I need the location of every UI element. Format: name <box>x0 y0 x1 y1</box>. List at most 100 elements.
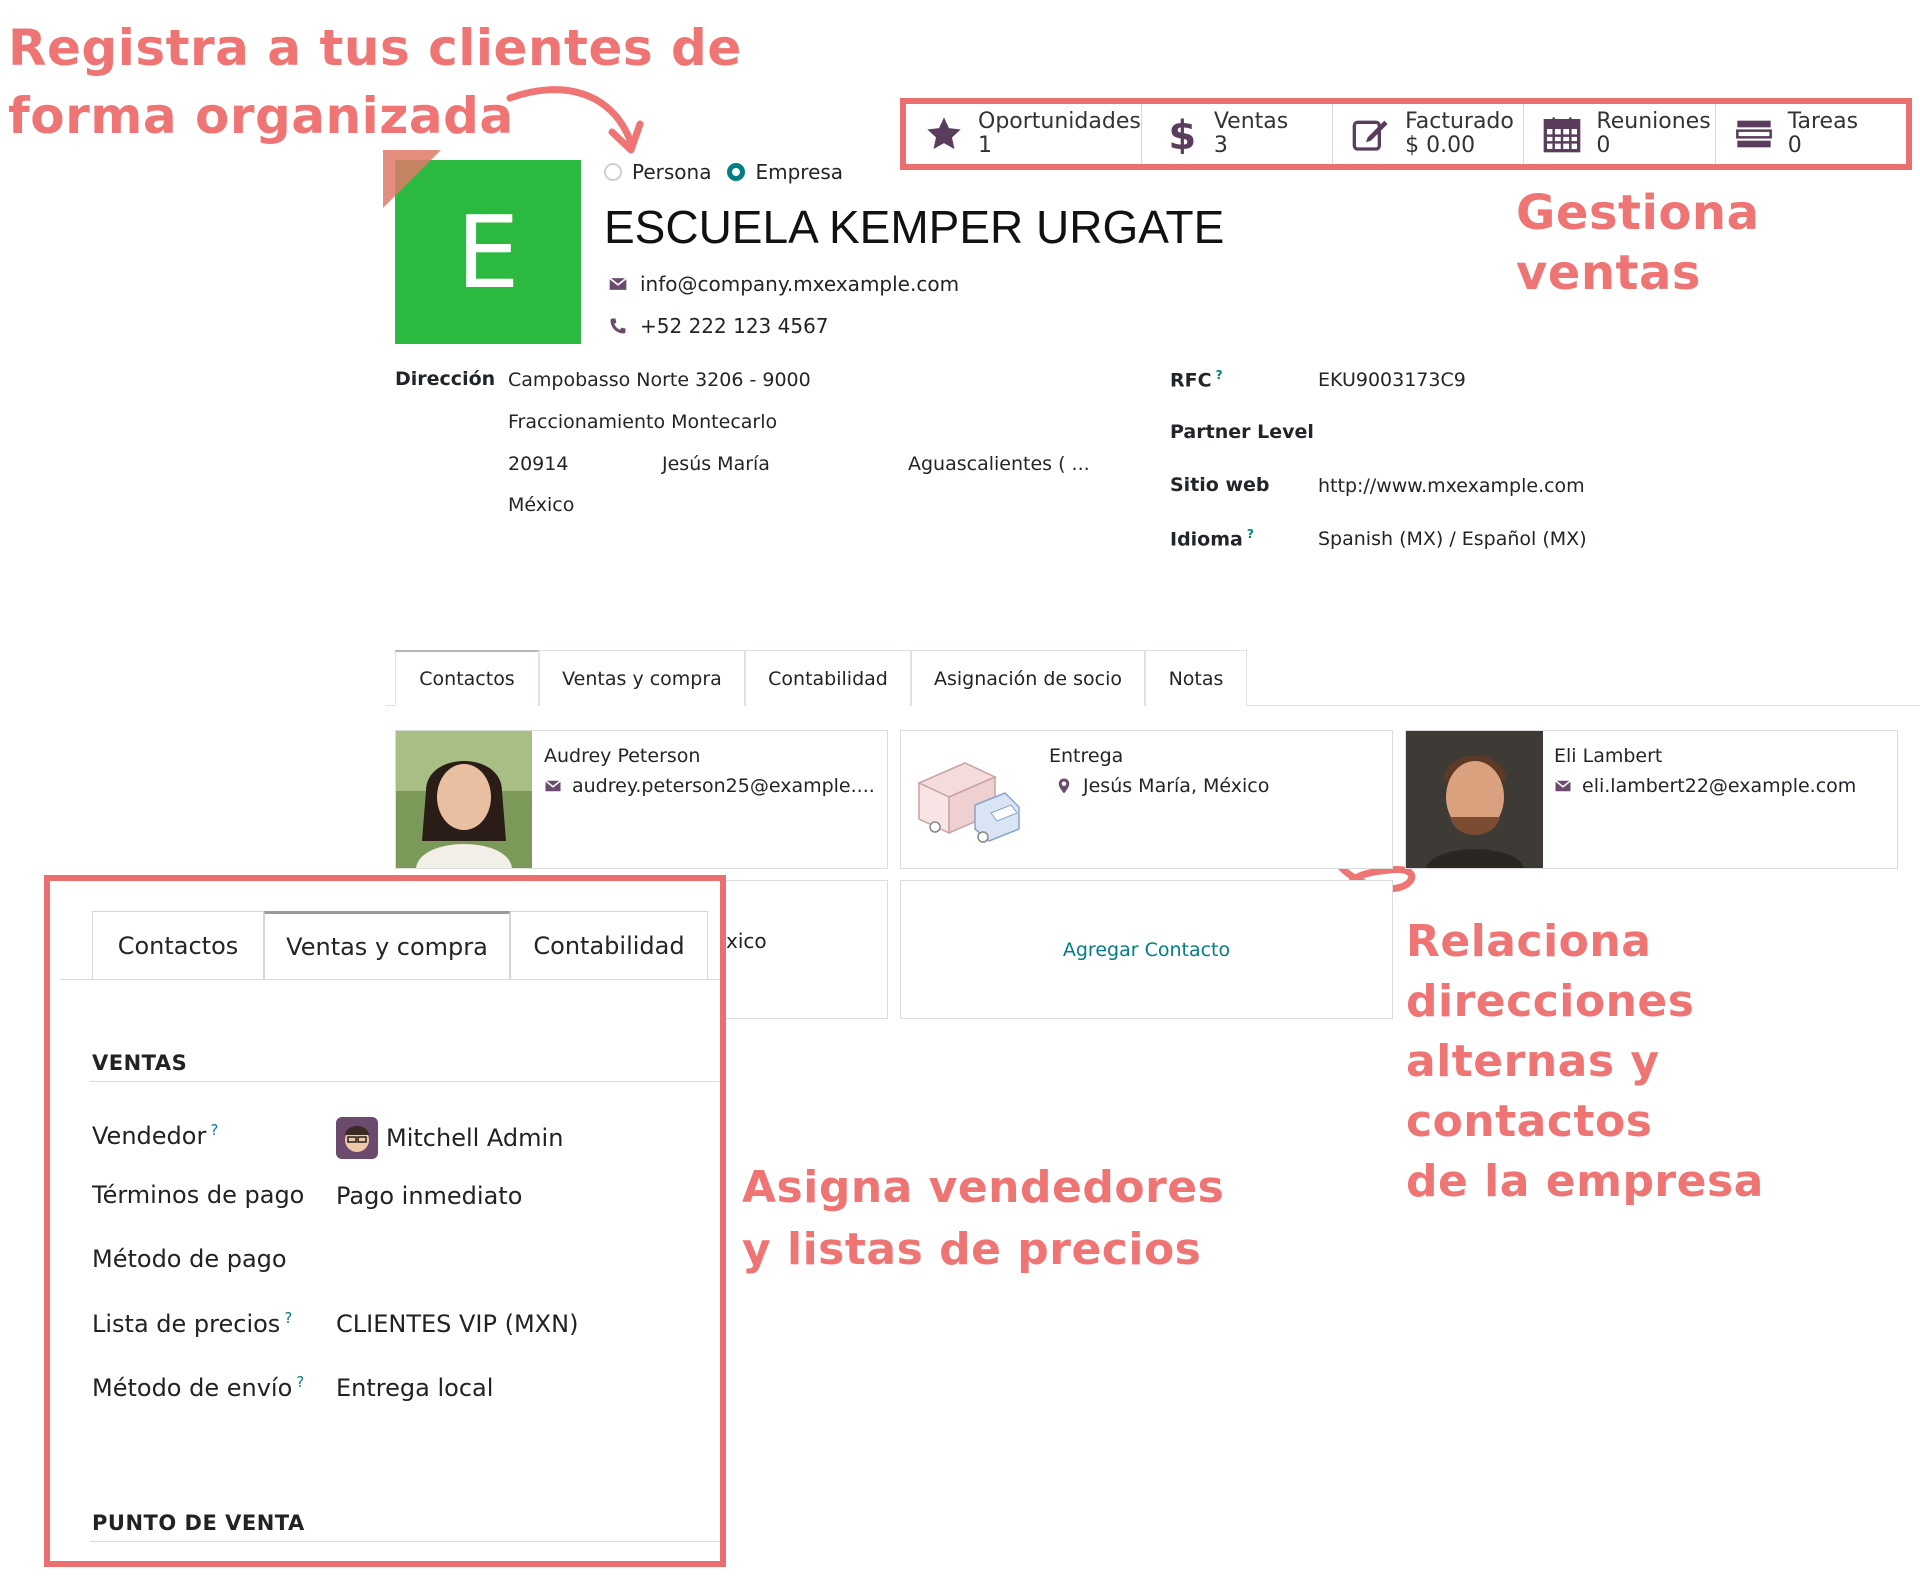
radio-company-label[interactable]: Empresa <box>755 160 843 184</box>
pricelist-label-text: Lista de precios <box>92 1310 281 1338</box>
add-contact-card[interactable]: Agregar Contacto <box>900 880 1393 1019</box>
help-icon[interactable]: ? <box>210 1121 218 1139</box>
sales-button[interactable]: $ Ventas 3 <box>1142 104 1334 164</box>
payment-method-label: Método de pago <box>92 1245 287 1273</box>
section-divider <box>90 1541 720 1542</box>
smart-button-value: 1 <box>978 133 992 158</box>
smart-button-value: 3 <box>1213 133 1228 158</box>
annotation-relate-addresses: Relaciona direcciones alternas y contact… <box>1406 912 1920 1212</box>
radio-person-label[interactable]: Persona <box>632 160 711 184</box>
rfc-field[interactable]: EKU9003173C9 <box>1318 369 1466 391</box>
dollar-icon: $ <box>1168 114 1196 154</box>
tab-notes[interactable]: Notas <box>1145 650 1247 706</box>
rfc-label: RFC? <box>1170 368 1223 391</box>
language-label-text: Idioma <box>1170 528 1243 551</box>
contact-email-text: eli.lambert22@example.com <box>1582 775 1857 797</box>
tab-contacts[interactable]: Contactos <box>395 650 539 706</box>
help-icon[interactable]: ? <box>296 1373 304 1391</box>
language-field[interactable]: Spanish (MX) / Español (MX) <box>1318 528 1587 550</box>
smart-button-value: 0 <box>1596 133 1611 158</box>
envelope-icon <box>545 780 561 792</box>
envelope-icon <box>1555 780 1571 792</box>
delivery-location: Jesús María, México <box>1055 775 1269 797</box>
tab-sales-purchase[interactable]: Ventas y compra <box>539 650 745 706</box>
rfc-label-text: RFC <box>1170 369 1212 392</box>
meetings-button[interactable]: Reuniones 0 <box>1524 104 1716 164</box>
delivery-method-field[interactable]: Entrega local <box>336 1374 493 1402</box>
partial-card-text: xico <box>726 929 767 953</box>
annotation-line: Relaciona direcciones <box>1406 916 1695 1027</box>
smart-button-value: $ 0.00 <box>1405 133 1476 158</box>
address-label: Dirección <box>395 368 496 390</box>
company-type-radio: Persona Empresa <box>604 160 843 184</box>
phone-icon <box>610 318 626 334</box>
contact-email-text: audrey.peterson25@example.... <box>572 775 875 797</box>
salesperson-label-text: Vendedor <box>92 1122 207 1150</box>
add-contact-button[interactable]: Agregar Contacto <box>901 939 1392 961</box>
phone-field[interactable]: +52 222 123 4567 <box>640 314 829 338</box>
invoice-edit-icon <box>1352 120 1388 151</box>
pricelist-field[interactable]: CLIENTES VIP (MXN) <box>336 1310 578 1338</box>
help-icon[interactable]: ? <box>1216 368 1223 382</box>
radio-company[interactable] <box>727 163 746 181</box>
tab-accounting[interactable]: Contabilidad <box>510 911 708 979</box>
tasks-icon <box>1735 120 1772 148</box>
email-line: info@company.mxexample.com <box>608 272 959 296</box>
contact-card[interactable]: Audrey Peterson audrey.peterson25@exampl… <box>395 730 888 869</box>
user-avatar <box>336 1117 378 1159</box>
company-name-field[interactable]: ESCUELA KEMPER URGATE <box>604 200 1224 254</box>
tab-sales-purchase[interactable]: Ventas y compra <box>264 911 510 979</box>
street2-field[interactable]: Fraccionamiento Montecarlo <box>508 411 777 433</box>
delivery-address-card[interactable]: Entrega Jesús María, México <box>900 730 1393 869</box>
annotation-line: de la empresa <box>1406 1156 1764 1207</box>
country-field[interactable]: México <box>508 494 574 516</box>
avatar-highlight <box>383 150 441 208</box>
smart-button-value: 0 <box>1787 133 1802 158</box>
payment-terms-label: Términos de pago <box>92 1181 305 1209</box>
contact-name: Audrey Peterson <box>544 745 701 767</box>
radio-person[interactable] <box>604 163 622 181</box>
annotation-line: Asigna vendedores <box>742 1162 1225 1213</box>
contact-email: audrey.peterson25@example.... <box>544 775 875 797</box>
annotation-line: y listas de precios <box>742 1224 1202 1275</box>
website-label: Sitio web <box>1170 474 1270 496</box>
smart-buttons-bar: Oportunidades 1 $ Ventas 3 Facturado $ 0.00… <box>900 98 1912 170</box>
smart-button-label: Reuniones <box>1596 109 1711 134</box>
star-icon <box>927 117 961 150</box>
email-field[interactable]: info@company.mxexample.com <box>640 272 959 296</box>
contact-photo <box>396 731 532 868</box>
tab-divider <box>60 979 720 980</box>
help-icon[interactable]: ? <box>1247 527 1254 541</box>
salesperson-field[interactable]: Mitchell Admin <box>336 1117 563 1159</box>
contact-card[interactable]: Eli Lambert eli.lambert22@example.com <box>1405 730 1898 869</box>
state-field[interactable]: Aguascalientes ( ... <box>908 453 1090 475</box>
tab-accounting[interactable]: Contabilidad <box>745 650 911 706</box>
payment-terms-field[interactable]: Pago inmediato <box>336 1182 522 1210</box>
zip-field[interactable]: 20914 <box>508 453 568 475</box>
smart-button-label: Tareas <box>1787 109 1859 134</box>
tab-partner-assignment[interactable]: Asignación de socio <box>911 650 1145 706</box>
invoiced-button[interactable]: Facturado $ 0.00 <box>1333 104 1525 164</box>
language-label: Idioma? <box>1170 527 1254 550</box>
phone-line: +52 222 123 4567 <box>608 314 829 338</box>
help-icon[interactable]: ? <box>284 1309 292 1327</box>
city-field[interactable]: Jesús María <box>662 453 770 475</box>
truck-icon <box>917 762 1020 843</box>
contact-email: eli.lambert22@example.com <box>1554 775 1856 797</box>
curved-arrow-icon <box>506 86 644 154</box>
annotation-assign-sellers: Asigna vendedores y listas de precios <box>742 1157 1224 1281</box>
salesperson-label: Vendedor? <box>92 1121 218 1150</box>
smart-button-label: Oportunidades <box>978 109 1141 134</box>
section-divider <box>90 1081 720 1082</box>
street-field[interactable]: Campobasso Norte 3206 - 9000 <box>508 369 811 391</box>
contact-name: Eli Lambert <box>1554 745 1663 767</box>
website-field[interactable]: http://www.mxexample.com <box>1318 475 1585 497</box>
map-pin-icon <box>1058 778 1070 794</box>
delivery-location-text: Jesús María, México <box>1083 775 1270 797</box>
sales-section-heading: VENTAS <box>92 1051 188 1075</box>
delivery-method-label: Método de envío? <box>92 1373 304 1402</box>
tasks-button[interactable]: Tareas 0 <box>1716 104 1906 164</box>
opportunities-button[interactable]: Oportunidades 1 <box>906 104 1142 164</box>
tab-contacts[interactable]: Contactos <box>92 911 264 979</box>
salesperson-name: Mitchell Admin <box>386 1124 564 1152</box>
